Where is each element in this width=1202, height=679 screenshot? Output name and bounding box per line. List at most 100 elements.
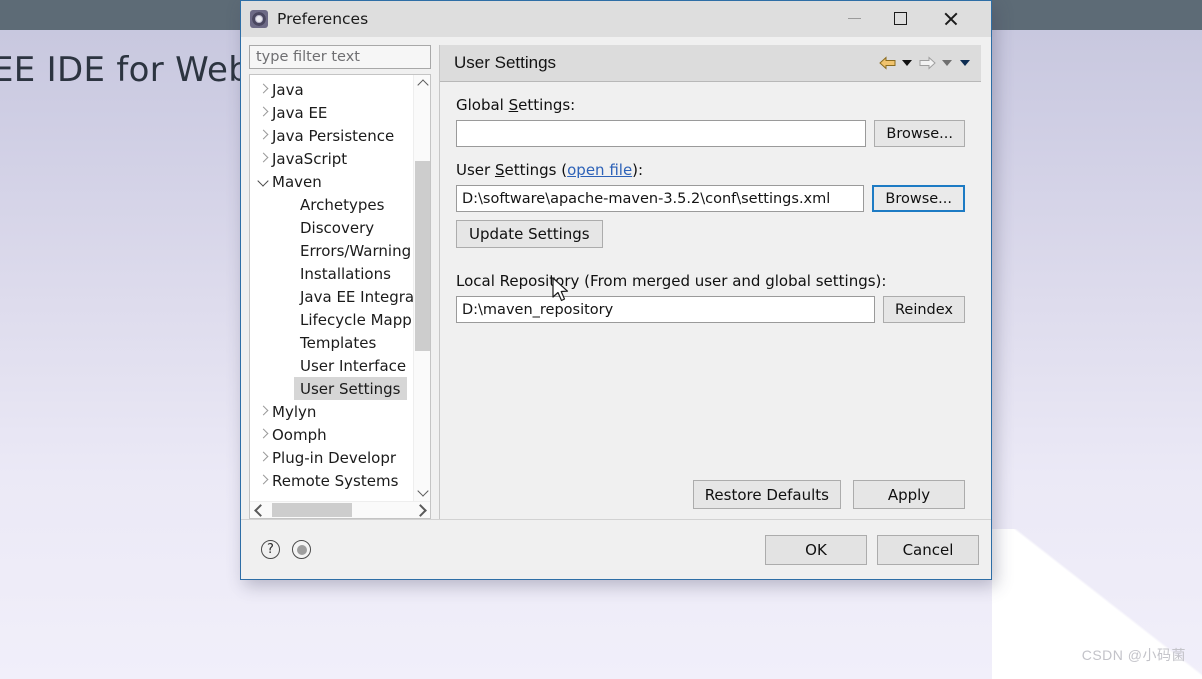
restore-defaults-button[interactable]: Restore Defaults (692, 480, 841, 509)
tree-item-maven[interactable]: Maven (250, 170, 413, 193)
global-settings-row: Browse... (456, 120, 965, 147)
user-settings-browse-button[interactable]: Browse... (872, 185, 965, 212)
tree-item-label: Discovery (300, 218, 375, 237)
user-settings-page: Global Settings: Browse... User Settings… (440, 82, 981, 519)
dialog-body: type filter text Java Java EE Java Persist… (241, 37, 991, 519)
tree-item-label: JavaScript (272, 149, 348, 168)
chevron-right-icon[interactable] (256, 103, 272, 123)
close-button[interactable] (927, 1, 973, 36)
global-settings-label: Global Settings: (456, 96, 965, 114)
horizontal-scrollbar-thumb[interactable] (272, 503, 352, 517)
dialog-title: Preferences (277, 9, 369, 28)
status-circle-icon[interactable] (292, 540, 311, 559)
reindex-button[interactable]: Reindex (882, 296, 965, 323)
tree-item-label: Installations (300, 264, 391, 283)
maximize-icon (893, 12, 907, 25)
global-settings-input[interactable] (456, 120, 867, 147)
tree-item-plug-in-developr[interactable]: Plug-in Developr (250, 446, 413, 469)
tree-item-lifecycle-mapp[interactable]: Lifecycle Mapp (250, 308, 413, 331)
dialog-titlebar[interactable]: Preferences (241, 1, 991, 37)
chevron-down-icon (416, 485, 429, 497)
tree-item-java-persistence[interactable]: Java Persistence (250, 124, 413, 147)
user-settings-row: D:\software\apache-maven-3.5.2\conf\sett… (456, 185, 965, 212)
tree-item-label: Remote Systems (272, 471, 399, 490)
tree-item-installations[interactable]: Installations (250, 262, 413, 285)
local-repository-label: Local Repository (From merged user and g… (456, 272, 887, 290)
tree-item-label: Errors/Warning (300, 241, 412, 260)
chevron-right-icon[interactable] (256, 471, 272, 491)
tree-item-archetypes[interactable]: Archetypes (250, 193, 413, 216)
preferences-right-pane: User Settings Global Settings: Browse...… (439, 45, 981, 519)
minimize-icon (847, 17, 861, 20)
scroll-up-button[interactable] (414, 75, 430, 92)
tree-item-java[interactable]: Java (250, 78, 413, 101)
scroll-right-button[interactable] (413, 502, 430, 518)
local-repository-row: D:\maven_repository Reindex (456, 296, 965, 323)
view-menu-icon[interactable] (957, 53, 973, 73)
tree-item-user-interface[interactable]: User Interface (250, 354, 413, 377)
chevron-down-icon[interactable] (256, 172, 272, 192)
page-action-buttons: Restore Defaults Apply (456, 480, 965, 519)
apply-button[interactable]: Apply (853, 480, 965, 509)
preferences-left-pane: type filter text Java Java EE Java Persist… (249, 45, 431, 519)
ok-button[interactable]: OK (765, 534, 867, 565)
tree-vertical-scrollbar[interactable] (413, 75, 430, 501)
chevron-up-icon (416, 79, 429, 91)
forward-dropdown-icon[interactable] (939, 53, 955, 73)
tree-item-remote-systems[interactable]: Remote Systems (250, 469, 413, 492)
preferences-dialog: Preferences type filter text Java Java EE… (240, 0, 992, 580)
tree-item-errors-warning[interactable]: Errors/Warning (250, 239, 413, 262)
back-arrow-icon[interactable] (877, 53, 897, 73)
page-title: User Settings (454, 53, 557, 72)
tree-item-mylyn[interactable]: Mylyn (250, 400, 413, 423)
tree-item-label: Maven (272, 172, 322, 191)
maximize-button[interactable] (877, 1, 923, 36)
tree-item-templates[interactable]: Templates (250, 331, 413, 354)
chevron-right-icon[interactable] (256, 425, 272, 445)
tree-item-label: Java EE Integra (300, 287, 413, 306)
preferences-gear-icon (250, 9, 268, 28)
dialog-footer: ? OK Cancel (241, 519, 991, 579)
user-settings-label-text: User Settings (open file): (456, 161, 644, 179)
tree-item-label: Java (272, 80, 304, 99)
global-settings-browse-button[interactable]: Browse... (874, 120, 965, 147)
local-repository-input[interactable]: D:\maven_repository (456, 296, 875, 323)
tree-item-discovery[interactable]: Discovery (250, 216, 413, 239)
back-dropdown-icon[interactable] (899, 53, 915, 73)
tree-item-javascript[interactable]: JavaScript (250, 147, 413, 170)
scroll-down-button[interactable] (414, 484, 430, 501)
tree-item-java-ee[interactable]: Java EE (250, 101, 413, 124)
tree-item-label: Lifecycle Mapp (300, 310, 412, 329)
preferences-tree[interactable]: Java Java EE Java Persistence JavaScript Mav… (249, 74, 431, 519)
chevron-right-icon[interactable] (256, 448, 272, 468)
tree-item-oomph[interactable]: Oomph (250, 423, 413, 446)
user-settings-label: User Settings (open file): (456, 161, 965, 179)
minimize-button[interactable] (831, 1, 877, 36)
tree-item-label: User Interface (300, 356, 407, 375)
update-settings-button[interactable]: Update Settings (456, 220, 603, 248)
vertical-scrollbar-thumb[interactable] (415, 161, 430, 351)
forward-arrow-icon[interactable] (917, 53, 937, 73)
chevron-right-icon[interactable] (256, 402, 272, 422)
scroll-left-button[interactable] (250, 502, 267, 518)
chevron-left-icon (253, 503, 267, 517)
tree-item-label: Mylyn (272, 402, 317, 421)
tree-item-user-settings[interactable]: User Settings (250, 377, 413, 400)
close-icon (943, 11, 958, 26)
tree-item-label: Java EE (272, 103, 328, 122)
open-file-link[interactable]: open file (567, 161, 632, 179)
preferences-tree-list: Java Java EE Java Persistence JavaScript Mav… (250, 75, 413, 501)
chevron-right-icon[interactable] (256, 126, 272, 146)
pane-header: User Settings (440, 45, 981, 82)
help-icon[interactable]: ? (261, 540, 280, 559)
tree-item-label: Templates (300, 333, 377, 352)
tree-horizontal-scrollbar[interactable] (250, 501, 430, 518)
chevron-right-icon[interactable] (256, 149, 272, 169)
tree-item-java-ee-integra[interactable]: Java EE Integra (250, 285, 413, 308)
user-settings-input[interactable]: D:\software\apache-maven-3.5.2\conf\sett… (456, 185, 865, 212)
cancel-button[interactable]: Cancel (877, 534, 979, 565)
tree-item-label: Archetypes (300, 195, 385, 214)
chevron-right-icon[interactable] (256, 80, 272, 100)
filter-input[interactable]: type filter text (249, 45, 431, 69)
tree-item-label: Plug-in Developr (272, 448, 397, 467)
